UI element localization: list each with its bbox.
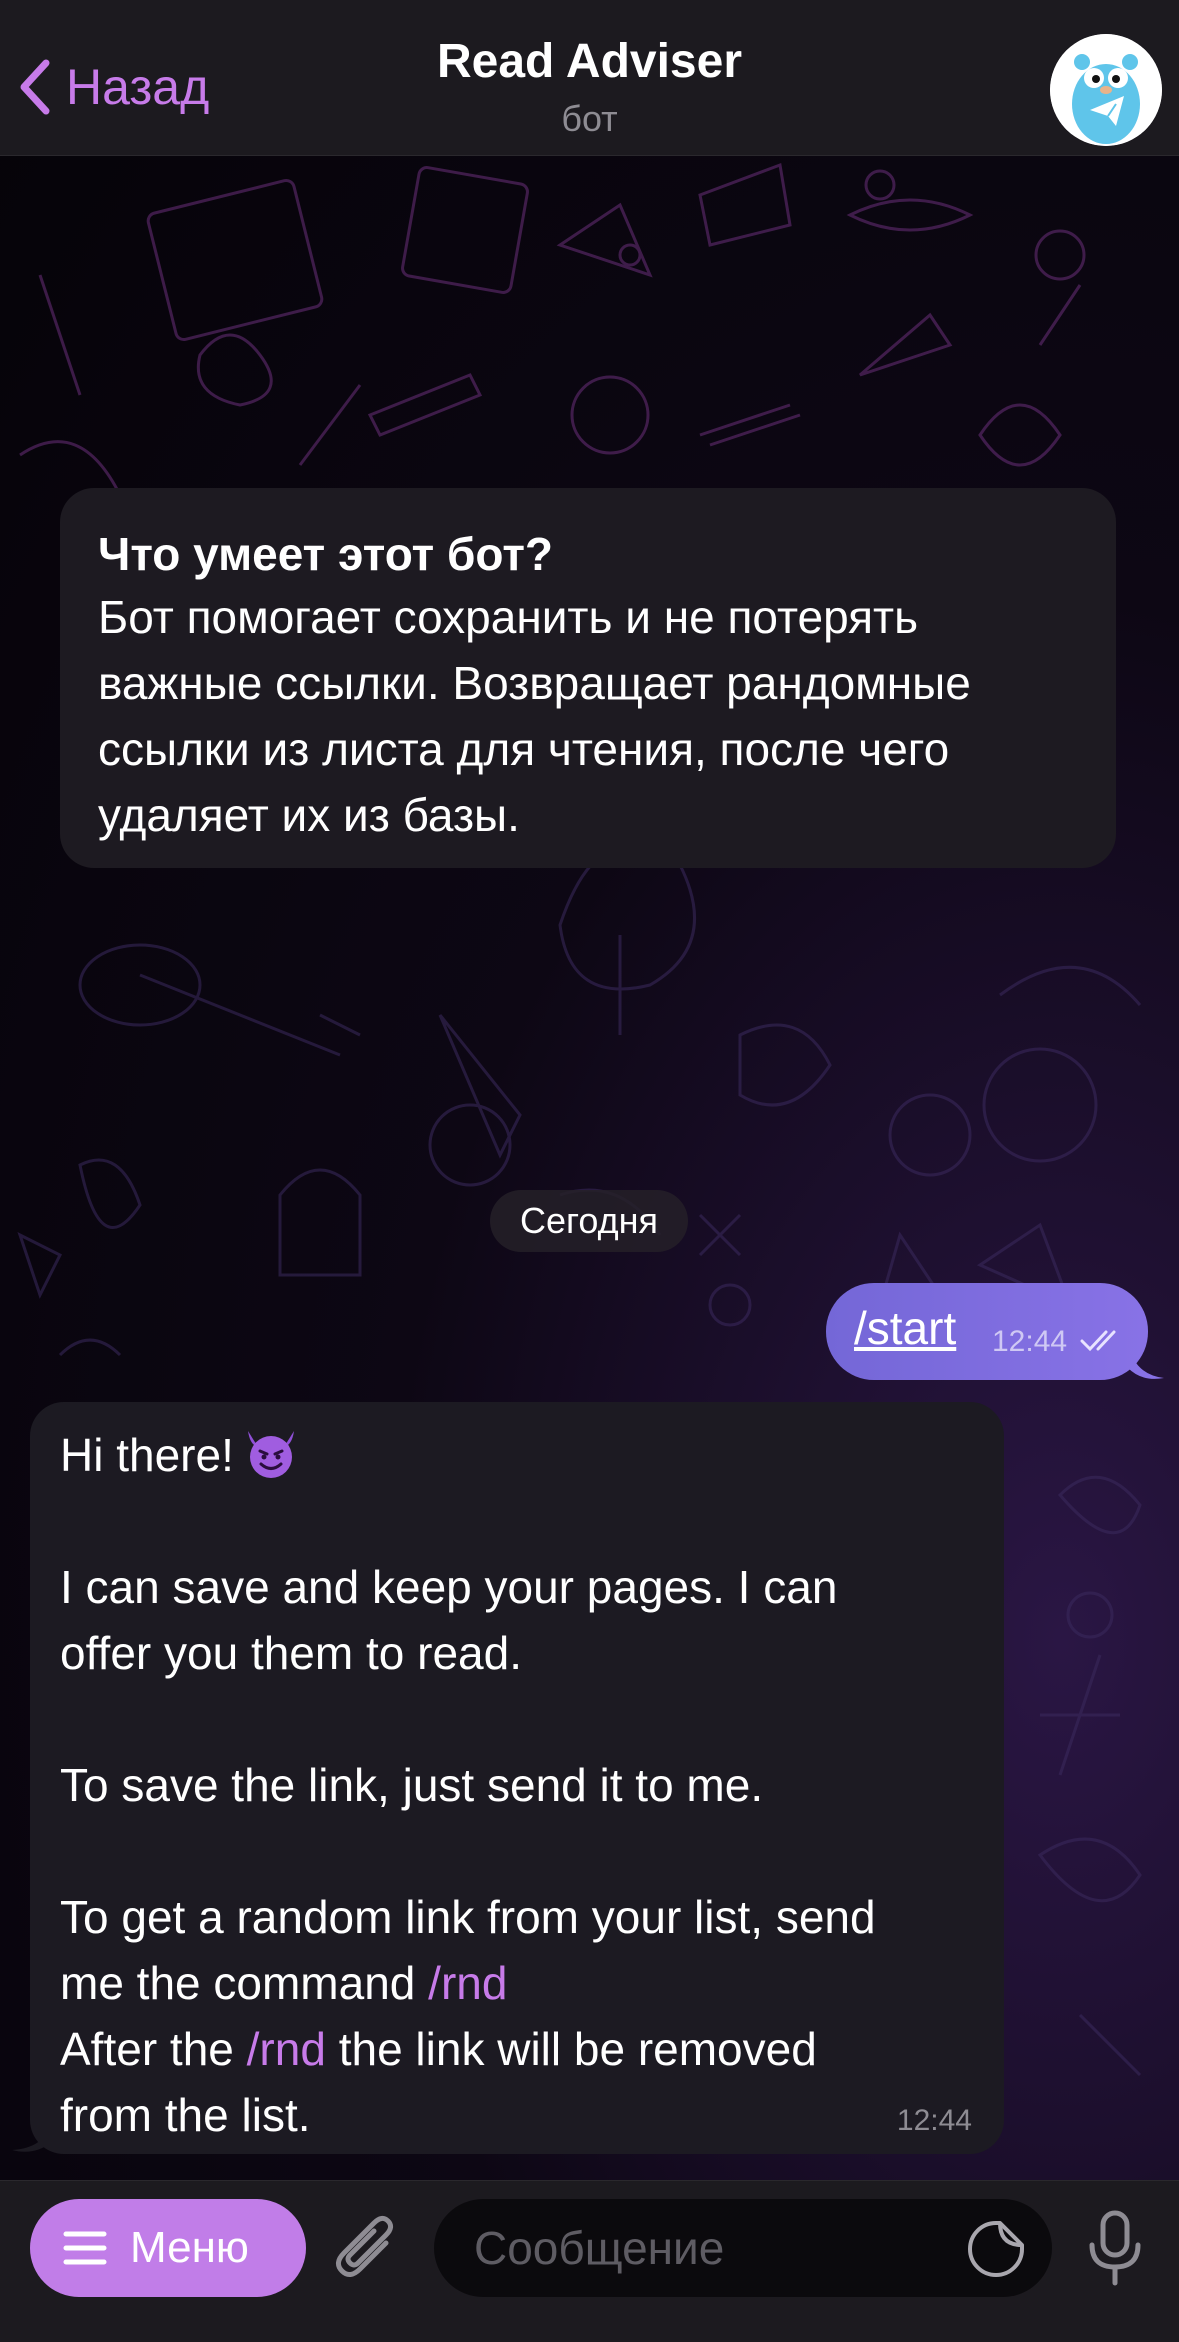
date-separator: Сегодня [490,1190,688,1252]
message-text: me the command [60,1957,429,2009]
bot-description-card: Что умеет этот бот? Бот помогает сохрани… [60,488,1116,868]
message-text: After the [60,2023,247,2075]
paperclip-icon[interactable] [334,2213,400,2285]
message-text: the link will be removed [325,2023,817,2075]
outgoing-message[interactable]: /start 12:44 [826,1283,1148,1380]
message-line: I can save and keep your pages. I can [60,1561,838,1613]
message-line: me the command /rnd [60,1950,974,2016]
message-input[interactable] [434,2199,1052,2297]
message-line: After the /rnd the link will be removed [60,2016,974,2082]
menu-button[interactable]: Меню [30,2199,306,2297]
menu-label: Меню [130,2223,249,2272]
devil-emoji-icon [247,1431,294,1478]
start-command-link[interactable]: /start [854,1301,956,1355]
chat-title[interactable]: Read Adviser [0,34,1179,89]
message-text: Hi there! [60,1429,234,1481]
message-line: To save the link, just send it to me. [60,1759,764,1811]
chat-subtitle: бот [561,98,618,139]
bot-description-line: важные ссылки. Возвращает рандомные [98,657,971,709]
menu-lines-icon [63,2231,107,2265]
bot-description-title: Что умеет этот бот? [98,528,553,580]
sticker-icon[interactable] [966,2219,1026,2279]
microphone-icon[interactable] [1084,2209,1146,2287]
bot-description-line: Бот помогает сохранить и не потерять [98,591,919,643]
bot-avatar-icon[interactable] [1050,34,1162,146]
message-time: 12:44 [896,2104,972,2137]
incoming-message: Hi there! I can save and keep your pages… [30,1402,1004,2154]
chat-header: Назад Read Adviser бот [0,0,1179,156]
message-line: offer you them to read. [60,1627,522,1679]
rnd-command-link[interactable]: /rnd [428,1957,507,2009]
message-time: 12:44 [992,1325,1068,1358]
message-line: To get a random link from your list, sen… [60,1891,876,1943]
bot-description-line: удаляет их из базы. [98,789,520,841]
bot-description-line: ссылки из листа для чтения, после чего [98,723,950,775]
message-line: Hi there! [60,1422,974,1488]
chat-screen: Назад Read Adviser бот Что умеет этот бо… [0,0,1179,2342]
rnd-command-link[interactable]: /rnd [247,2023,326,2075]
composer-bar: Меню [0,2180,1179,2342]
message-line: from the list. [60,2089,311,2141]
double-check-icon [1080,1330,1116,1352]
